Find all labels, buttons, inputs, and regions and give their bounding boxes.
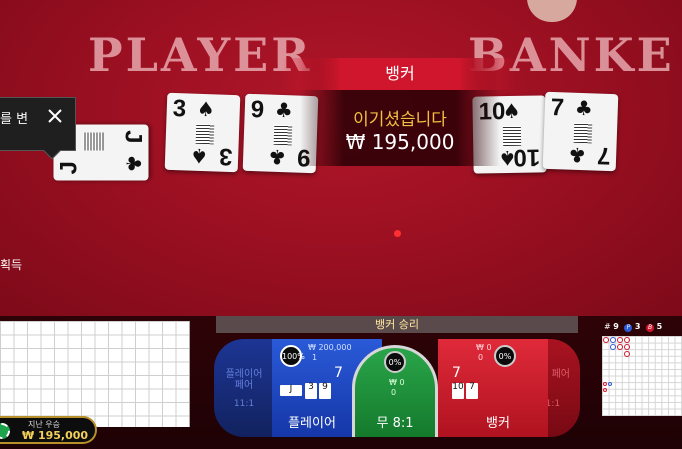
felt-player-label: PLAYER [88, 28, 313, 82]
round-counts: # 9 P 3 B 5 [604, 322, 663, 332]
banker-percent: 0% [494, 345, 516, 367]
win-amount: ₩ 195,000 [345, 130, 455, 154]
table-marker [394, 230, 401, 237]
banker-stake: ₩ 0 [476, 343, 492, 352]
status-bar: 뱅커 승리 [216, 316, 578, 333]
player-mini-card-2: 3 [305, 383, 317, 399]
banker-bet[interactable]: ₩ 0 0 0% 7 10 7 뱅커 [438, 339, 548, 437]
tie-label: 무 8:1 [376, 416, 414, 431]
player-pair-bet[interactable]: 플레이어 페어 11:1 [214, 339, 274, 437]
player-stake: ₩ 200,000 [308, 343, 352, 352]
tooltip-popup: 를 변 [0, 97, 76, 160]
banker-wins: 5 [656, 322, 663, 331]
tie-count: 0 [391, 388, 397, 397]
player-pair-payout: 11:1 [233, 399, 255, 409]
side-text: 획득 [0, 258, 23, 272]
round-total: 9 [613, 322, 619, 331]
dealer-hand [527, 0, 577, 22]
bottom-panel: 지난 우승 ₩ 195,000 뱅커 승리 플레이어 페어 11:1 뱅커 페어… [0, 316, 682, 449]
player-pair-label: 플레이어 페어 [225, 369, 263, 391]
tie-bet[interactable]: 0% ₩ 0 0 무 8:1 [352, 345, 438, 437]
bead-road[interactable] [0, 321, 190, 427]
big-road[interactable] [602, 336, 682, 416]
close-icon[interactable] [46, 107, 64, 125]
tie-percent: 0% [384, 351, 406, 373]
player-label: 플레이어 [288, 416, 336, 431]
player-mini-card-3: 9 [319, 383, 331, 399]
last-win-amount: ₩ 195,000 [22, 429, 89, 442]
player-card-2: 3 ♠ ♠ 3 [164, 92, 241, 173]
banker-label: 뱅커 [486, 416, 510, 431]
last-win-badge: 지난 우승 ₩ 195,000 [0, 416, 97, 444]
game-table: PLAYER BANKE J ♣ ♣ J 3 ♠ ♠ 3 9 ♣ ♣ 9 10 … [0, 0, 682, 316]
banker-score: 7 [452, 365, 461, 381]
winner-banner: 뱅커 [282, 58, 518, 90]
win-message: 이기셨습니다 [353, 110, 447, 130]
banker-card-2: 7 ♣ ♣ 7 [542, 91, 619, 172]
banker-mini-card-2: 7 [466, 383, 478, 399]
player-percent: 100% [280, 345, 305, 367]
player-score: 7 [334, 365, 343, 381]
bet-area: 플레이어 페어 11:1 뱅커 페어 11:1 100% ₩ 200,000 1… [200, 333, 590, 449]
player-count: 1 [312, 353, 318, 362]
player-wins: 3 [634, 322, 641, 331]
chip-icon [0, 423, 10, 439]
tooltip-text: 를 변 [0, 112, 29, 127]
tie-stake: ₩ 0 [389, 378, 405, 387]
result-overlay: 뱅커 이기셨습니다 ₩ 195,000 [282, 58, 518, 166]
player-mini-card-1: J [280, 385, 302, 396]
banker-count: 0 [478, 353, 484, 362]
banker-mini-card-1: 10 [452, 383, 464, 399]
